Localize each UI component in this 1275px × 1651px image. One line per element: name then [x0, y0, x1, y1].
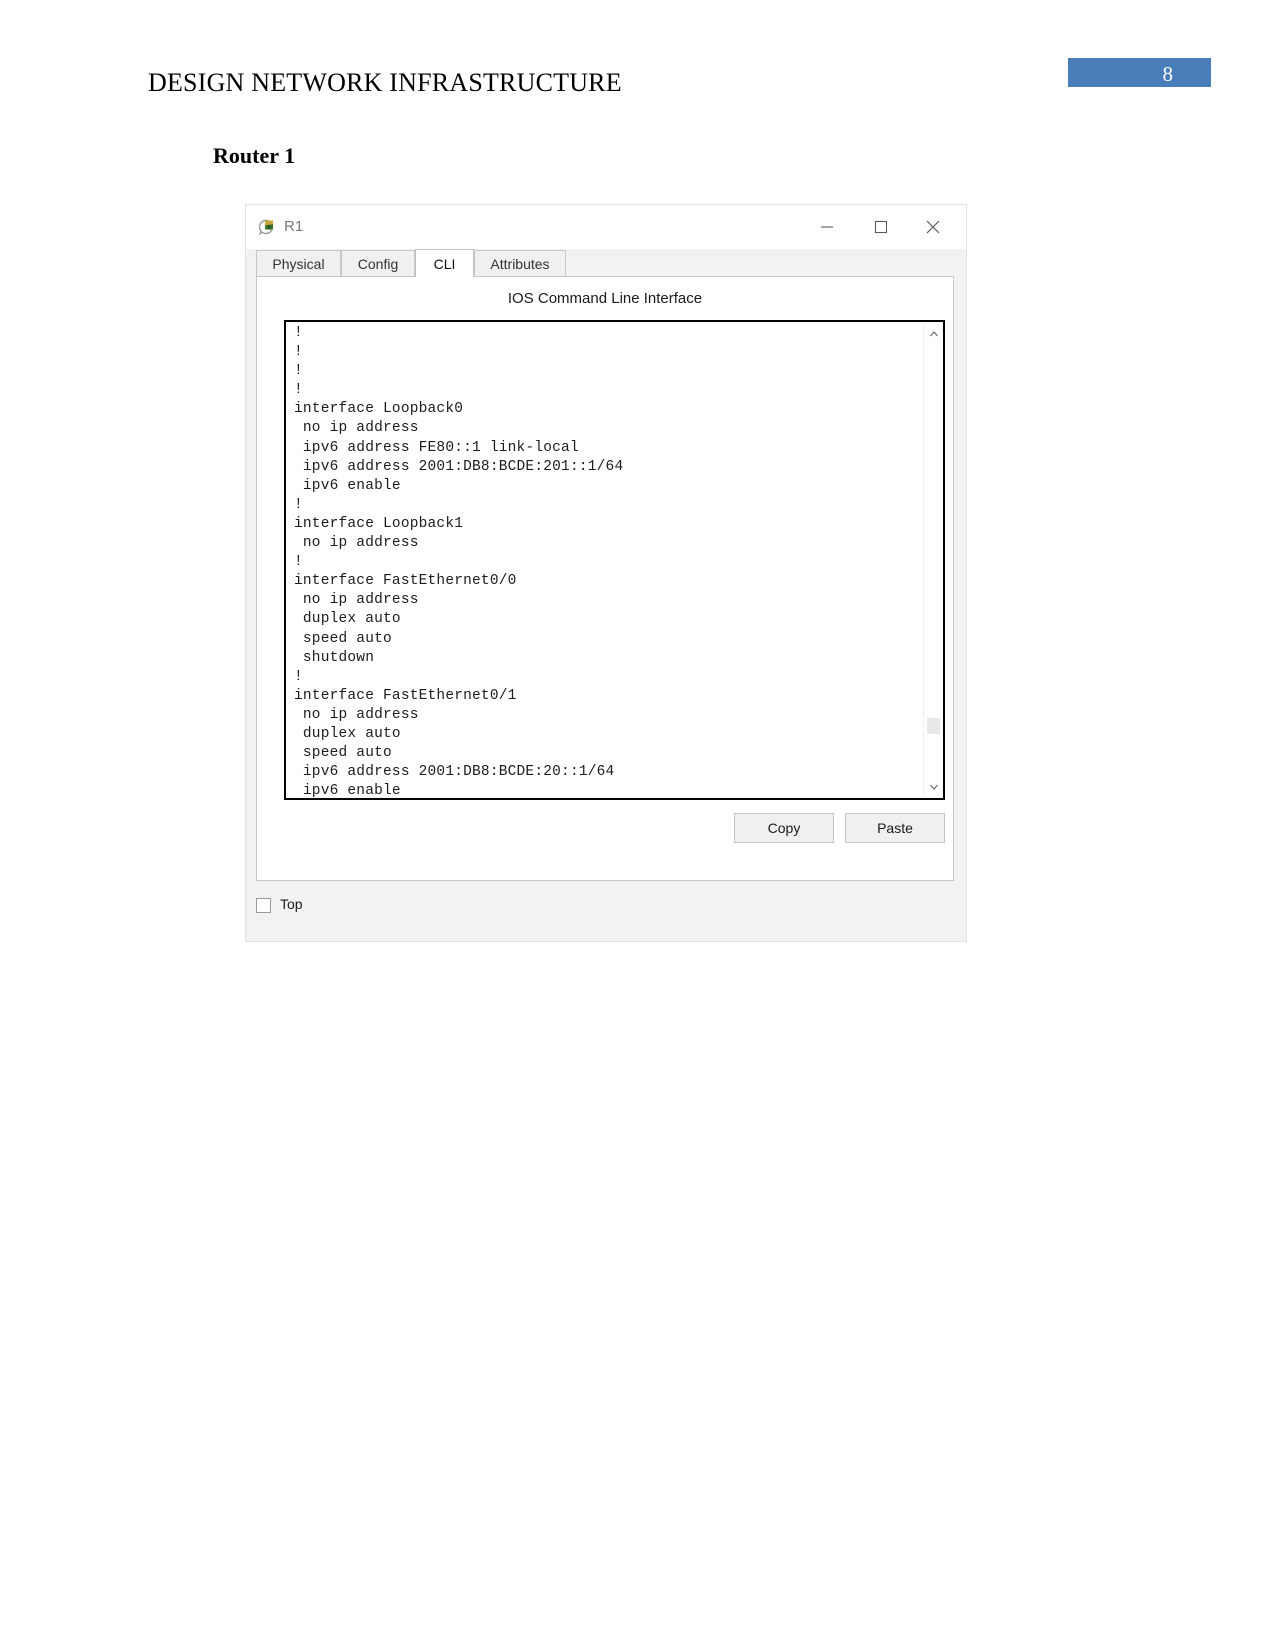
terminal-scrollbar[interactable]	[923, 322, 943, 798]
close-icon[interactable]	[910, 205, 956, 249]
top-checkbox-label: Top	[280, 896, 303, 912]
router-icon	[258, 218, 278, 238]
cli-caption: IOS Command Line Interface	[507, 290, 703, 307]
scroll-down-icon[interactable]	[924, 777, 943, 796]
minimize-icon[interactable]	[804, 205, 850, 249]
cli-tab-panel: IOS Command Line Interface ! ! ! ! inter…	[256, 276, 954, 881]
top-checkbox[interactable]	[256, 898, 271, 913]
tab-physical[interactable]: Physical	[256, 250, 341, 277]
window-title: R1	[284, 218, 304, 235]
tab-cli[interactable]: CLI	[415, 249, 474, 277]
tab-bar: Physical Config CLI Attributes	[246, 249, 966, 277]
page-title: DESIGN NETWORK INFRASTRUCTURE	[148, 68, 622, 97]
tab-config[interactable]: Config	[341, 250, 415, 277]
copy-button[interactable]: Copy	[734, 813, 834, 843]
paste-button[interactable]: Paste	[845, 813, 945, 843]
window-titlebar: R1	[246, 205, 966, 249]
cli-terminal[interactable]: ! ! ! ! interface Loopback0 no ip addres…	[284, 320, 945, 800]
device-window: R1 Physical Config CLI Attributes IOS Co…	[245, 204, 967, 942]
scroll-up-icon[interactable]	[924, 324, 943, 343]
window-bottom-bar: Top	[256, 894, 956, 924]
cli-terminal-text: ! ! ! ! interface Loopback0 no ip addres…	[294, 325, 624, 800]
document-header: DESIGN NETWORK INFRASTRUCTURE 8	[0, 0, 1275, 130]
page-number-badge: 8	[1068, 58, 1211, 87]
page-number-text: 8	[1162, 62, 1174, 86]
maximize-icon[interactable]	[858, 205, 904, 249]
section-heading: Router 1	[213, 143, 296, 168]
tab-attributes[interactable]: Attributes	[474, 250, 566, 277]
scrollbar-thumb[interactable]	[927, 718, 940, 734]
